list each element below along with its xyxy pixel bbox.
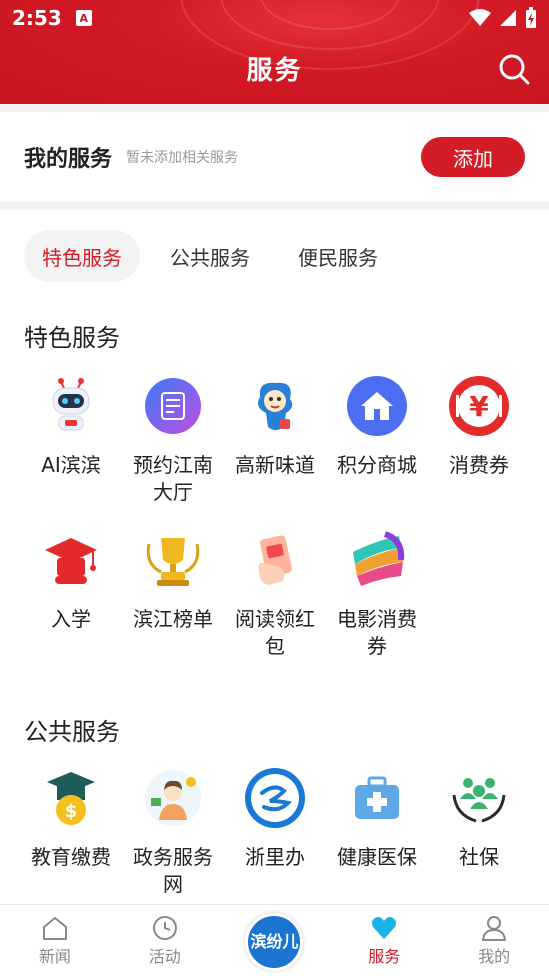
trophy-icon xyxy=(141,528,205,592)
status-time: 2:53 xyxy=(12,6,62,30)
service-tabs: 特色服务 公共服务 便民服务 xyxy=(24,230,396,282)
service-binjiang-ranking[interactable]: 滨江榜单 xyxy=(122,528,224,682)
film-icon xyxy=(345,528,409,592)
service-appointment[interactable]: 预约江南大厅 xyxy=(122,374,224,528)
heart-icon xyxy=(372,917,397,939)
add-service-button[interactable]: 添加 xyxy=(421,137,525,177)
service-gov-service[interactable]: 政务服务网 xyxy=(122,766,224,904)
tabbar-services[interactable]: 服务 xyxy=(329,905,439,976)
tab-convenience[interactable]: 便民服务 xyxy=(280,230,396,282)
service-label: 健康医保 xyxy=(337,845,417,869)
bottom-tab-bar: 新闻 活动 滨纷儿 服务 我的 xyxy=(0,904,549,976)
battery-icon xyxy=(526,7,536,28)
clock-icon xyxy=(152,916,177,940)
tabbar-activity[interactable]: 活动 xyxy=(110,905,220,976)
app-notification-icon: A xyxy=(75,10,92,26)
tabbar-me[interactable]: 我的 xyxy=(439,905,549,976)
svg-text:$: $ xyxy=(65,801,78,822)
center-logo-icon: 滨纷儿 xyxy=(245,913,304,971)
my-services-card: 我的服务 暂未添加相关服务 添加 xyxy=(0,112,549,202)
social-security-icon xyxy=(447,766,511,830)
tab-featured[interactable]: 特色服务 xyxy=(24,230,140,282)
header-banner: 2:53 A 服务 xyxy=(0,0,549,104)
section-title-public: 公共服务 xyxy=(24,718,120,746)
yuan-icon: ¥ xyxy=(447,374,511,438)
service-label: 教育缴费 xyxy=(31,845,111,869)
service-label: 高新味道 xyxy=(235,453,315,477)
services-panel: 特色服务 公共服务 便民服务 特色服务 AI滨滨 预约江南大厅 高新味道 积分商… xyxy=(0,210,549,904)
my-services-title: 我的服务 xyxy=(24,147,113,172)
appointment-icon xyxy=(141,374,205,438)
signal-icon xyxy=(500,10,516,26)
service-label: AI滨滨 xyxy=(41,453,101,477)
red-packet-icon xyxy=(243,528,307,592)
service-gaoxin-taste[interactable]: 高新味道 xyxy=(224,374,326,528)
service-movie-coupon[interactable]: 电影消费券 xyxy=(326,528,428,682)
tabbar-label: 新闻 xyxy=(38,947,71,966)
service-ai-binbin[interactable]: AI滨滨 xyxy=(20,374,122,528)
graduation-cap-icon xyxy=(39,528,103,592)
service-label: 积分商城 xyxy=(337,453,417,477)
mascot-icon xyxy=(243,374,307,438)
tuition-icon: $ xyxy=(39,766,103,830)
my-services-hint: 暂未添加相关服务 xyxy=(126,150,239,166)
gov-service-icon xyxy=(141,766,205,830)
service-label: 预约江南大厅 xyxy=(133,453,213,504)
service-read-red-packet[interactable]: 阅读领红包 xyxy=(224,528,326,682)
service-label: 滨江榜单 xyxy=(133,607,213,631)
store-icon xyxy=(345,374,409,438)
search-icon xyxy=(499,54,530,85)
tabbar-label: 服务 xyxy=(368,947,401,966)
service-label: 电影消费券 xyxy=(337,607,417,658)
search-button[interactable] xyxy=(497,52,531,86)
tabbar-news[interactable]: 新闻 xyxy=(0,905,110,976)
service-enrollment[interactable]: 入学 xyxy=(20,528,122,682)
zheliban-icon xyxy=(243,766,307,830)
public-grid: $ 教育缴费 政务服务网 浙里办 健康医保 社保 xyxy=(20,766,530,904)
person-icon xyxy=(481,916,507,941)
status-bar: 2:53 A xyxy=(0,0,549,36)
service-tuition[interactable]: $ 教育缴费 xyxy=(20,766,122,904)
svg-text:¥: ¥ xyxy=(469,390,489,423)
tabbar-label: 活动 xyxy=(148,947,181,966)
robot-icon xyxy=(39,374,103,438)
service-label: 政务服务网 xyxy=(133,845,213,896)
service-social-security[interactable]: 社保 xyxy=(428,766,530,904)
tab-public[interactable]: 公共服务 xyxy=(152,230,268,282)
service-label: 浙里办 xyxy=(245,845,305,869)
page-title: 服务 xyxy=(246,56,303,86)
wifi-icon xyxy=(469,9,491,26)
medical-kit-icon xyxy=(345,766,409,830)
featured-grid: AI滨滨 预约江南大厅 高新味道 积分商城 ¥ 消费券 入学 滨江榜单 阅读领红… xyxy=(20,374,530,682)
service-points-mall[interactable]: 积分商城 xyxy=(326,374,428,528)
service-label: 阅读领红包 xyxy=(235,607,315,658)
service-label: 入学 xyxy=(51,607,91,631)
service-zheliban[interactable]: 浙里办 xyxy=(224,766,326,904)
service-label: 社保 xyxy=(459,845,499,869)
tabbar-center[interactable]: 滨纷儿 xyxy=(220,905,330,976)
house-icon xyxy=(42,917,67,940)
service-label: 消费券 xyxy=(449,453,509,477)
service-health-insurance[interactable]: 健康医保 xyxy=(326,766,428,904)
service-coupon[interactable]: ¥ 消费券 xyxy=(428,374,530,528)
tabbar-label: 我的 xyxy=(478,947,511,966)
section-title-featured: 特色服务 xyxy=(24,324,120,352)
